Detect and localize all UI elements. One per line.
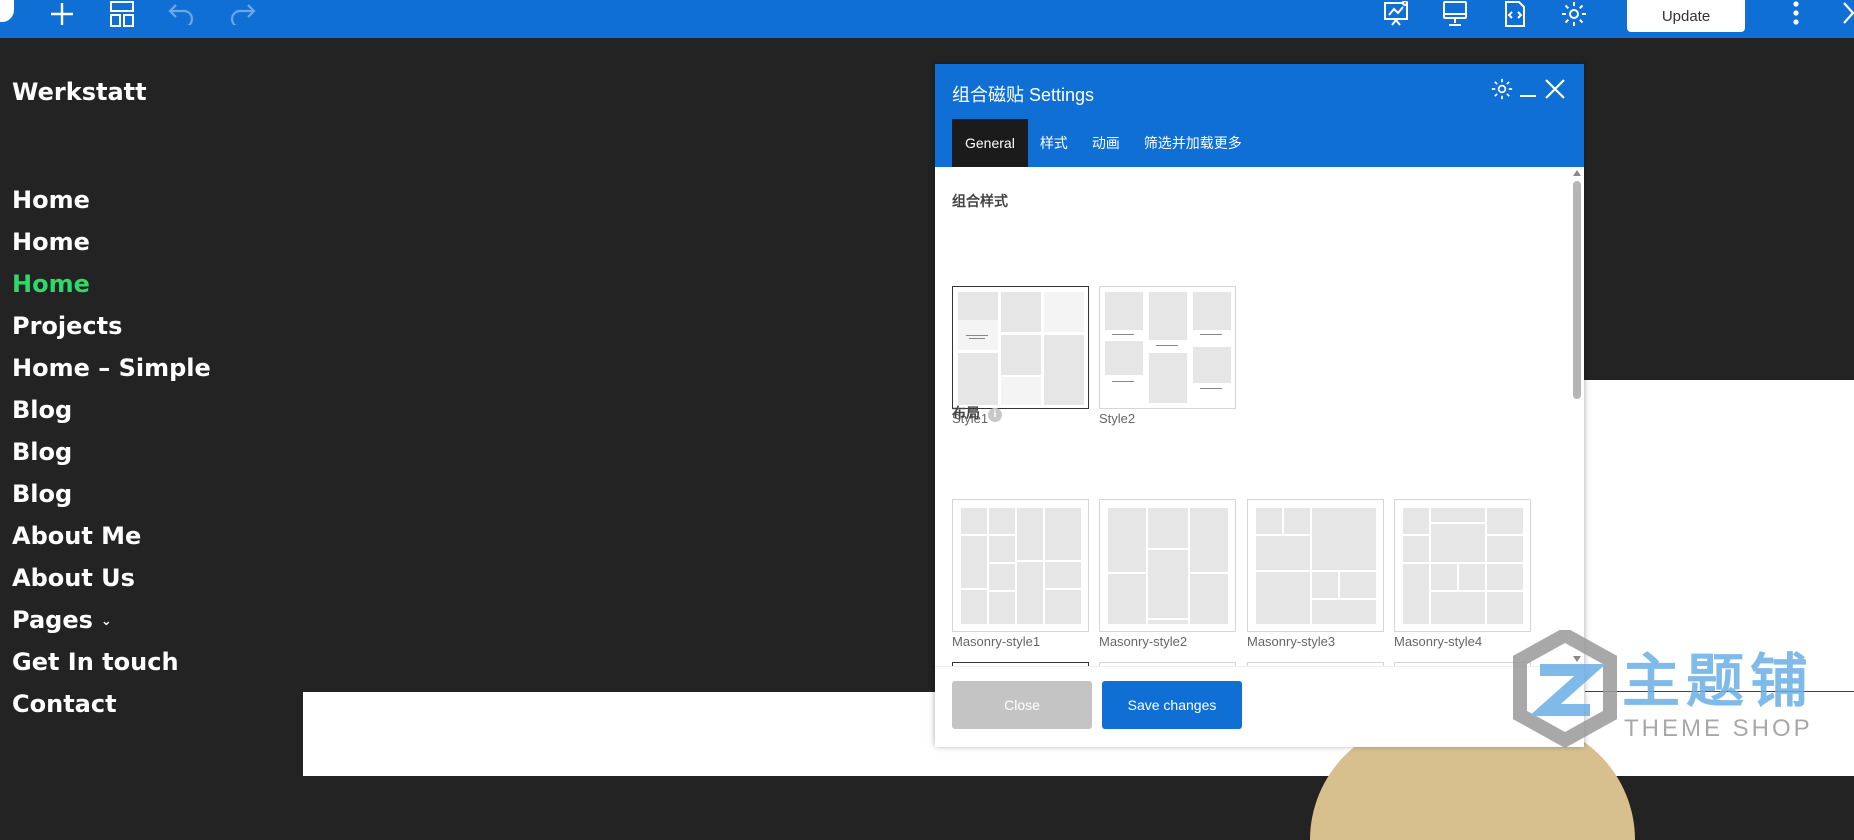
- watermark-cn-text: 主题铺: [1622, 647, 1815, 715]
- gear-icon[interactable]: [1489, 76, 1515, 102]
- add-icon[interactable]: [44, 2, 80, 26]
- menu-item-home-simple[interactable]: Home – Simple: [12, 351, 211, 393]
- menu-item-blog[interactable]: Blog: [12, 393, 211, 435]
- settings-modal: 组合磁贴 Settings General 样式 动画 筛选并加载更多 组合样式: [935, 64, 1584, 747]
- undo-icon[interactable]: [164, 2, 200, 26]
- logo-icon: [0, 0, 14, 22]
- menu-item-projects[interactable]: Projects: [12, 309, 211, 351]
- section-label-layout-text: 布局: [952, 405, 980, 421]
- menu-item-pages[interactable]: Pages ⌄: [12, 603, 211, 645]
- top-toolbar: Update: [0, 0, 1854, 38]
- tab-animation[interactable]: 动画: [1080, 119, 1132, 167]
- tab-filter-load-more[interactable]: 筛选并加载更多: [1132, 119, 1254, 167]
- code-icon[interactable]: [1497, 1, 1533, 27]
- info-icon[interactable]: i: [988, 408, 1002, 422]
- layout-option-masonry-style3[interactable]: [1247, 499, 1384, 632]
- style-option-label: Style2: [1099, 411, 1136, 426]
- layout-option-masonry-style2[interactable]: [1099, 499, 1236, 632]
- watermark: 主题铺 THEME SHOP: [1510, 630, 1830, 750]
- modal-scrollbar[interactable]: [1570, 167, 1584, 666]
- chevron-right-icon[interactable]: [1830, 2, 1854, 26]
- section-label-style: 组合样式: [952, 193, 1008, 209]
- minimize-icon[interactable]: [1515, 76, 1541, 102]
- modal-footer: Close Save changes: [935, 666, 1584, 747]
- layout-icon[interactable]: [104, 1, 140, 27]
- scroll-up-icon[interactable]: [1573, 170, 1581, 176]
- modal-title: 组合磁贴 Settings: [952, 85, 1095, 105]
- menu-item-pages-label: Pages: [12, 606, 93, 634]
- watermark-logo-icon: [1513, 630, 1617, 749]
- section-label-layout: 布局 i: [952, 403, 1002, 423]
- tab-general[interactable]: General: [952, 119, 1028, 167]
- menu-item-blog[interactable]: Blog: [12, 435, 211, 477]
- layout-option-label: Masonry-style4: [1394, 634, 1483, 649]
- menu-item-get-in-touch[interactable]: Get In touch: [12, 645, 211, 687]
- save-changes-button[interactable]: Save changes: [1102, 681, 1242, 729]
- menu-item-blog[interactable]: Blog: [12, 477, 211, 519]
- layout-option-label: Masonry-style1: [952, 634, 1041, 649]
- layout-option-label: Masonry-style3: [1247, 634, 1336, 649]
- close-icon[interactable]: [1542, 76, 1568, 102]
- desktop-preview-icon[interactable]: [1437, 1, 1473, 26]
- menu-item-about-me[interactable]: About Me: [12, 519, 211, 561]
- modal-tabs: General 样式 动画 筛选并加载更多: [952, 119, 1254, 167]
- style-option-style2[interactable]: [1099, 286, 1236, 409]
- analytics-icon[interactable]: [1378, 1, 1414, 26]
- modal-body: 组合样式 Style1 Style2 布局 i Masonry-style1 M…: [935, 167, 1584, 666]
- update-button[interactable]: Update: [1627, 0, 1745, 32]
- main-menu: Home Home Home Projects Home – Simple Bl…: [12, 183, 211, 729]
- chevron-down-icon: ⌄: [100, 614, 112, 629]
- tab-style[interactable]: 样式: [1028, 119, 1080, 167]
- menu-item-contact[interactable]: Contact: [12, 687, 211, 729]
- site-title[interactable]: Werkstatt: [12, 78, 147, 106]
- gear-icon[interactable]: [1556, 2, 1592, 26]
- modal-header: 组合磁贴 Settings General 样式 动画 筛选并加载更多: [935, 64, 1584, 167]
- watermark-en-text: THEME SHOP: [1624, 715, 1813, 742]
- more-vertical-icon[interactable]: [1778, 1, 1814, 26]
- menu-item-home[interactable]: Home: [12, 183, 211, 225]
- layout-option-masonry-style4[interactable]: [1394, 499, 1531, 632]
- style-option-style1[interactable]: [952, 286, 1089, 409]
- layout-option-label: Masonry-style2: [1099, 634, 1188, 649]
- menu-item-home-active[interactable]: Home: [12, 267, 211, 309]
- layout-option-masonry-style1[interactable]: [952, 499, 1089, 632]
- menu-item-about-us[interactable]: About Us: [12, 561, 211, 603]
- scroll-thumb[interactable]: [1573, 181, 1581, 399]
- redo-icon[interactable]: [224, 2, 260, 26]
- menu-item-home[interactable]: Home: [12, 225, 211, 267]
- close-button[interactable]: Close: [952, 681, 1092, 729]
